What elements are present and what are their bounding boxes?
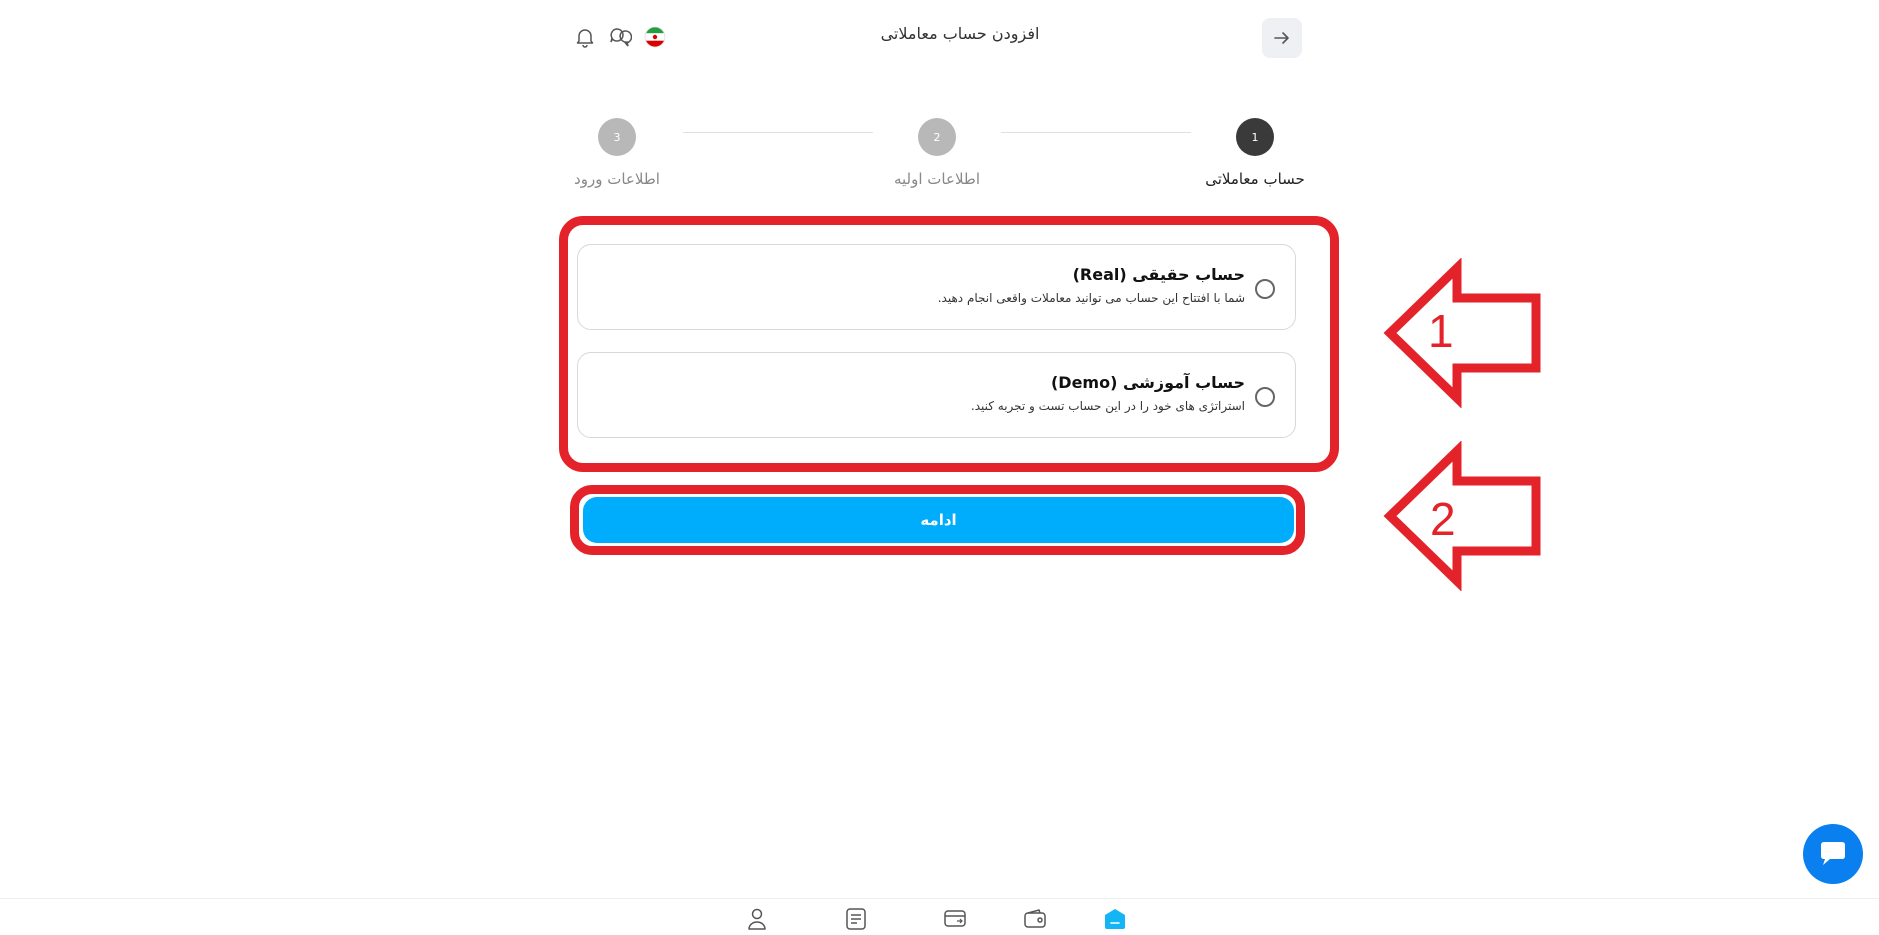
step-3-circle: 3	[598, 118, 636, 156]
step-1-circle: 1	[1236, 118, 1274, 156]
stepper-connector	[1001, 132, 1191, 133]
home-icon	[1105, 909, 1125, 929]
bell-icon	[576, 29, 594, 48]
option-title: حساب حقیقی (Real)	[1072, 265, 1245, 284]
back-button[interactable]	[1262, 18, 1302, 58]
annotation-number-2: 2	[1430, 493, 1456, 545]
chat-bubbles-icon	[610, 28, 632, 47]
wallet-icon	[1024, 909, 1046, 928]
radio-real[interactable]	[1255, 279, 1275, 299]
page-title: افزودن حساب معاملاتی	[880, 24, 1040, 43]
nav-profile[interactable]	[744, 906, 770, 932]
annotation-arrow-2	[1383, 441, 1541, 591]
continue-button[interactable]: ادامه	[583, 497, 1294, 543]
account-option-real[interactable]: حساب حقیقی (Real) شما با افتتاح این حساب…	[577, 244, 1296, 330]
nav-home[interactable]	[1102, 906, 1128, 932]
iran-flag-icon	[644, 26, 666, 48]
step-2-label: اطلاعات اولیه	[893, 170, 980, 188]
step-2-circle: 2	[918, 118, 956, 156]
language-flag-button[interactable]	[642, 24, 668, 50]
radio-demo[interactable]	[1255, 387, 1275, 407]
nav-card-exchange[interactable]	[942, 906, 968, 932]
annotation-number-1: 1	[1428, 305, 1454, 357]
stepper-connector	[683, 132, 873, 133]
option-title: حساب آموزشی (Demo)	[1050, 373, 1245, 392]
chat-bubbles-button[interactable]	[607, 24, 633, 50]
option-description: استراتژی های خود را در این حساب تست و تج…	[970, 399, 1245, 413]
support-chat-button[interactable]	[1803, 824, 1863, 884]
annotation-arrow-1	[1383, 258, 1541, 408]
arrow-right-icon	[1274, 32, 1289, 44]
orders-icon	[846, 908, 866, 930]
card-exchange-icon	[944, 910, 966, 927]
chat-icon	[1821, 842, 1845, 865]
step-3-label: اطلاعات ورود	[574, 170, 660, 188]
notifications-button[interactable]	[572, 24, 598, 50]
profile-icon	[748, 908, 766, 930]
account-option-demo[interactable]: حساب آموزشی (Demo) استراتژی های خود را د…	[577, 352, 1296, 438]
option-description: شما با افتتاح این حساب می توانید معاملات…	[937, 291, 1245, 305]
nav-orders[interactable]	[843, 906, 869, 932]
step-1-label: حساب معاملاتی	[1205, 170, 1305, 188]
bottom-navigation	[0, 898, 1879, 935]
nav-wallet[interactable]	[1022, 906, 1048, 932]
